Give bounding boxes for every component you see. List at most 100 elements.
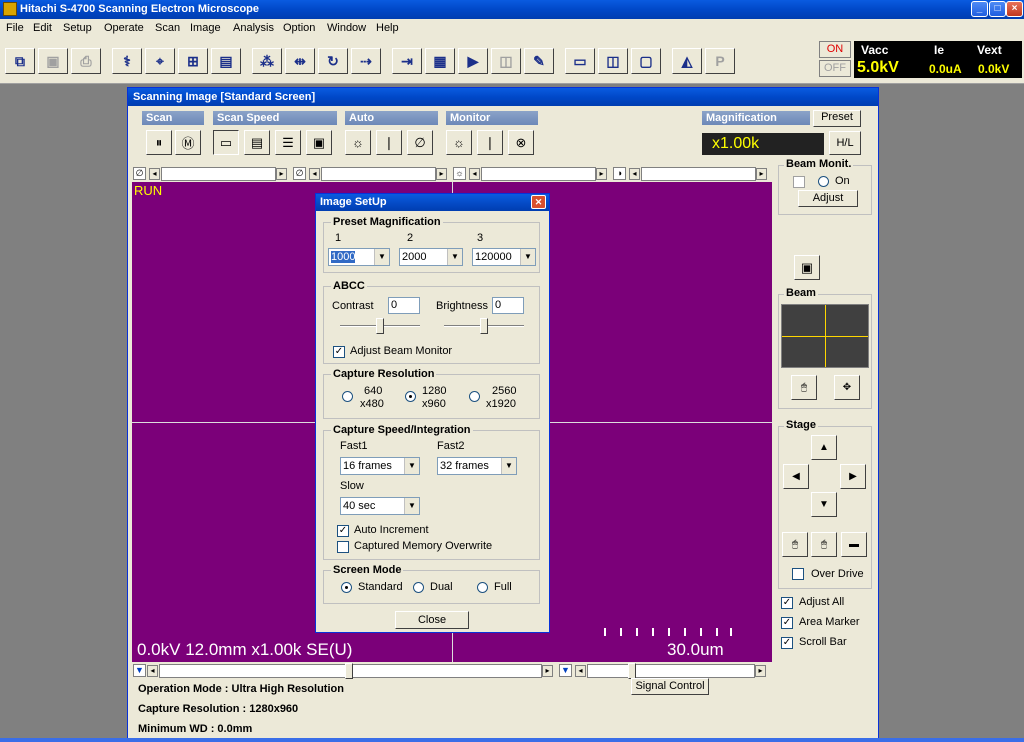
- brightness-input[interactable]: 0: [492, 297, 524, 314]
- menu-image[interactable]: Image: [190, 22, 221, 34]
- beam-move-icon[interactable]: ✥: [834, 375, 860, 400]
- dialog-close-icon[interactable]: ✕: [531, 195, 546, 209]
- menu-setup[interactable]: Setup: [63, 22, 92, 34]
- transfer-button[interactable]: ⇥: [392, 48, 422, 74]
- monitor-stigma-button[interactable]: ⊗: [508, 130, 534, 155]
- stage-mouse-icon[interactable]: 🖱: [782, 532, 808, 557]
- beam-monitor-on-radio[interactable]: [818, 176, 829, 187]
- screen-dual-radio[interactable]: [413, 582, 424, 593]
- scan-speed-4-button[interactable]: ▣: [306, 130, 332, 155]
- maximize-button[interactable]: □: [989, 1, 1006, 17]
- scan-speed-3-button[interactable]: ☰: [275, 130, 301, 155]
- stage-mouse-plus-icon[interactable]: 🖱: [811, 532, 837, 557]
- stigma-button[interactable]: ⇹: [285, 48, 315, 74]
- monitor-focus-button[interactable]: ❘: [477, 130, 503, 155]
- tilt-button[interactable]: ⇢: [351, 48, 381, 74]
- menu-help[interactable]: Help: [376, 22, 399, 34]
- slider1-right-arrow[interactable]: ▸: [276, 168, 287, 180]
- minimize-button[interactable]: _: [971, 1, 988, 17]
- color-button[interactable]: ▶: [458, 48, 488, 74]
- stage-up-icon[interactable]: ▲: [811, 435, 837, 460]
- hv-off-button[interactable]: OFF: [819, 60, 851, 77]
- bottom-slider2-left-arrow[interactable]: ◂: [575, 665, 586, 677]
- scan-speed-2-button[interactable]: ▤: [244, 130, 270, 155]
- fast1-select[interactable]: 16 frames ▼: [340, 457, 420, 475]
- adjust-beam-monitor-checkbox[interactable]: ✓: [333, 346, 345, 358]
- preset2-select[interactable]: 2000 ▼: [399, 248, 463, 266]
- area-marker-checkbox[interactable]: ✓: [781, 617, 793, 629]
- beam-adjust-button[interactable]: Adjust: [798, 190, 858, 207]
- stage-down-icon[interactable]: ▼: [811, 492, 837, 517]
- slow-select[interactable]: 40 sec ▼: [340, 497, 420, 515]
- pci-button[interactable]: P: [705, 48, 735, 74]
- bottom-slider1-thumb[interactable]: [345, 663, 353, 679]
- screen-standard-radio[interactable]: [341, 582, 352, 593]
- slider3-track[interactable]: [481, 167, 596, 181]
- stage-right-icon[interactable]: ▶: [840, 464, 866, 489]
- contrast-slider-thumb[interactable]: [376, 318, 384, 334]
- cascade-windows-button[interactable]: ⧉: [5, 48, 35, 74]
- auto-stigma-button[interactable]: ∅: [407, 130, 433, 155]
- close-button[interactable]: ×: [1006, 1, 1023, 17]
- beam-position-view[interactable]: [781, 304, 869, 368]
- fast2-select[interactable]: 32 frames ▼: [437, 457, 517, 475]
- bottom-slider2-right-arrow[interactable]: ▸: [755, 665, 766, 677]
- slider1-left-arrow[interactable]: ◂: [149, 168, 160, 180]
- bottom-slider2-track[interactable]: [587, 663, 755, 679]
- contrast-input[interactable]: 0: [388, 297, 420, 314]
- beam-mouse-icon[interactable]: 🖱: [791, 375, 817, 400]
- adjust-all-checkbox[interactable]: ✓: [781, 597, 793, 609]
- edit-image-button[interactable]: ✎: [524, 48, 554, 74]
- slider4-left-arrow[interactable]: ◂: [629, 168, 640, 180]
- hv-on-button[interactable]: ON: [819, 41, 851, 58]
- scan-pause-button[interactable]: ⏸: [146, 130, 172, 155]
- page-button[interactable]: ▦: [425, 48, 455, 74]
- slider2-left-arrow[interactable]: ◂: [309, 168, 320, 180]
- screen-full-button[interactable]: ▢: [631, 48, 661, 74]
- auto-brightness-button[interactable]: ☼: [345, 130, 371, 155]
- slider3-right-arrow[interactable]: ▸: [596, 168, 607, 180]
- menu-option[interactable]: Option: [283, 22, 315, 34]
- menu-operate[interactable]: Operate: [104, 22, 144, 34]
- menu-scan[interactable]: Scan: [155, 22, 180, 34]
- counter-button[interactable]: ▤: [211, 48, 241, 74]
- slider3-left-arrow[interactable]: ◂: [469, 168, 480, 180]
- screen-standard-button[interactable]: ▭: [565, 48, 595, 74]
- align-button[interactable]: ⚕: [112, 48, 142, 74]
- preset-button[interactable]: Preset: [813, 110, 861, 127]
- slider2-right-arrow[interactable]: ▸: [436, 168, 447, 180]
- scan-speed-1-button[interactable]: ▭: [213, 130, 239, 155]
- brightness-slider-thumb[interactable]: [480, 318, 488, 334]
- screen-dual-button[interactable]: ◫: [598, 48, 628, 74]
- auto-increment-checkbox[interactable]: ✓: [337, 525, 349, 537]
- res-640-radio[interactable]: [342, 391, 353, 402]
- preset3-select[interactable]: 120000 ▼: [472, 248, 536, 266]
- focus-button[interactable]: ⁂: [252, 48, 282, 74]
- slider4-right-arrow[interactable]: ▸: [756, 168, 767, 180]
- over-drive-checkbox[interactable]: [792, 568, 804, 580]
- menu-window[interactable]: Window: [327, 22, 366, 34]
- res-1280-radio[interactable]: [405, 391, 416, 402]
- stage-tilt-icon[interactable]: ▬: [841, 532, 867, 557]
- captured-overwrite-checkbox[interactable]: [337, 541, 349, 553]
- menu-file[interactable]: File: [6, 22, 24, 34]
- auto-focus-button[interactable]: ❘: [376, 130, 402, 155]
- print-button[interactable]: ⎙: [71, 48, 101, 74]
- beam-monitor-checkbox[interactable]: [793, 176, 805, 188]
- menu-analysis[interactable]: Analysis: [233, 22, 274, 34]
- menu-edit[interactable]: Edit: [33, 22, 52, 34]
- preset1-select[interactable]: 1000 ▼: [328, 248, 390, 266]
- signal-control-button[interactable]: Signal Control: [631, 678, 709, 695]
- slider4-track[interactable]: [641, 167, 756, 181]
- histogram-button[interactable]: ◭: [672, 48, 702, 74]
- bottom-slider2-thumb[interactable]: [628, 663, 636, 679]
- save-button[interactable]: ▣: [38, 48, 68, 74]
- dialog-close-button[interactable]: Close: [395, 611, 469, 629]
- hl-button[interactable]: H/L: [829, 131, 861, 155]
- res-2560-radio[interactable]: [469, 391, 480, 402]
- frame-button[interactable]: ⊞: [178, 48, 208, 74]
- scan-memory-button[interactable]: Ⓜ: [175, 130, 201, 155]
- bottom-slider1-track[interactable]: [159, 663, 542, 679]
- monitor-brightness-button[interactable]: ☼: [446, 130, 472, 155]
- rotate-button[interactable]: ↻: [318, 48, 348, 74]
